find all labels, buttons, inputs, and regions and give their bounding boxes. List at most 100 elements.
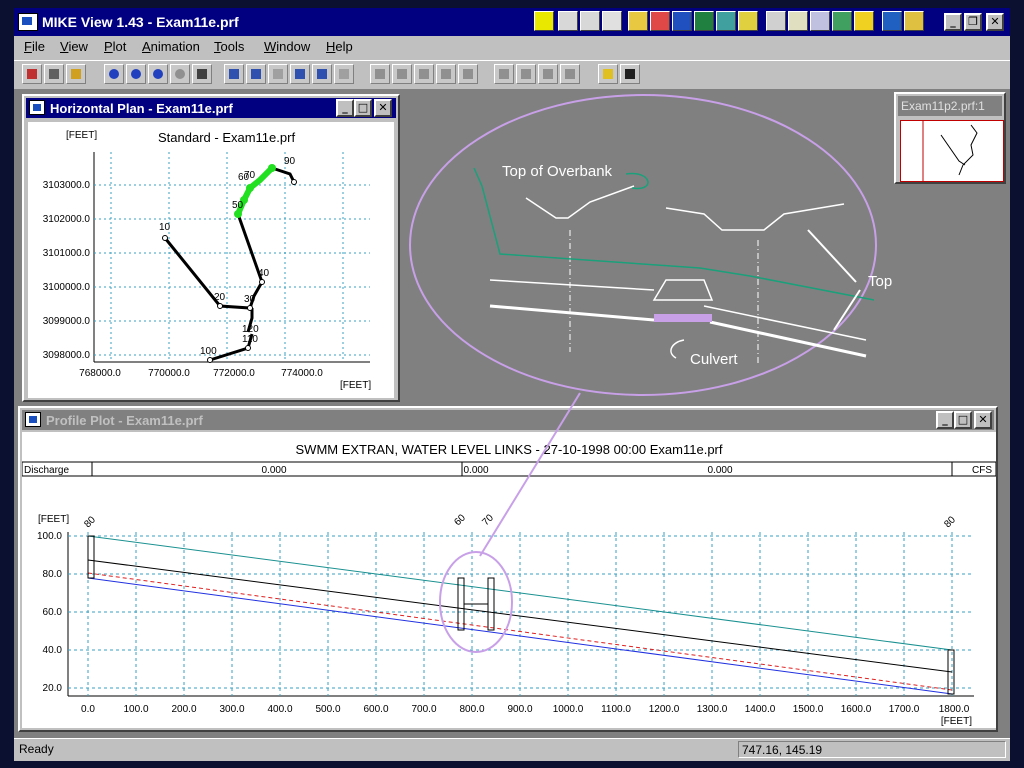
- profile-x-tick: 900.0: [507, 704, 532, 715]
- ground-level-line: [87, 535, 953, 651]
- zoom-in-icon[interactable]: [104, 64, 124, 84]
- profile-x-tick: 500.0: [315, 704, 340, 715]
- calc-icon[interactable]: [716, 11, 736, 31]
- step-back-icon[interactable]: [494, 64, 514, 84]
- profile-x-tick: 1500.0: [793, 704, 824, 715]
- minimize-button[interactable]: _: [944, 13, 962, 31]
- menu-help[interactable]: Help: [326, 39, 353, 54]
- status-coordinates: 747.16, 145.19: [738, 741, 1006, 758]
- mail-icon[interactable]: [580, 11, 600, 31]
- plan-node-label: 70: [244, 170, 256, 181]
- app-title: MIKE View 1.43 - Exam11e.prf: [42, 14, 239, 30]
- plan-y-tick: 3099000.0: [43, 316, 91, 327]
- play-icon[interactable]: [370, 64, 390, 84]
- profile-x-tick: 1200.0: [649, 704, 680, 715]
- overbank-right-shape: [665, 203, 845, 231]
- menu-tools[interactable]: Tools: [214, 39, 244, 54]
- label-top-of-bank: Top of Bank: [868, 273, 894, 290]
- context-help-icon[interactable]: [620, 64, 640, 84]
- horizontal-plan-titlebar[interactable]: Horizontal Plan - Exam11e.prf _ □ ✕: [26, 98, 396, 118]
- spreadsheet-icon[interactable]: [810, 11, 830, 31]
- timeseries-icon[interactable]: [312, 64, 332, 84]
- profile-icon[interactable]: [246, 64, 266, 84]
- folder-icon[interactable]: [628, 11, 648, 31]
- step-forward-icon[interactable]: [516, 64, 536, 84]
- plan-node-label: 40: [258, 268, 270, 279]
- plan-close-button[interactable]: ✕: [374, 99, 392, 117]
- zoom-out-icon[interactable]: [126, 64, 146, 84]
- plan-y-unit: [FEET]: [66, 130, 97, 141]
- plan-nodes: [162, 179, 297, 363]
- profile-x-tick: 200.0: [171, 704, 196, 715]
- menu-view[interactable]: View: [60, 39, 88, 54]
- profile-minimize-button[interactable]: _: [936, 411, 954, 429]
- profile-x-tick: 1000.0: [553, 704, 584, 715]
- horizontal-plan-icon[interactable]: [224, 64, 244, 84]
- explorer-icon[interactable]: [788, 11, 808, 31]
- pan-icon[interactable]: [170, 64, 190, 84]
- statusbar: Ready 747.16, 145.19: [14, 738, 1010, 761]
- plan-plot-area[interactable]: [FEET] Standard - Exam11e.prf [FEET] 310…: [28, 122, 394, 398]
- horizontal-plan-title: Horizontal Plan - Exam11e.prf: [50, 101, 233, 116]
- profile-y-tick: 80.0: [43, 569, 63, 580]
- notes-icon[interactable]: [904, 11, 924, 31]
- pen-icon[interactable]: [650, 11, 670, 31]
- close-button[interactable]: ✕: [986, 13, 1004, 31]
- person-icon[interactable]: [882, 11, 902, 31]
- increase-icon[interactable]: [538, 64, 558, 84]
- key-icon[interactable]: [738, 11, 758, 31]
- properties-icon[interactable]: [192, 64, 212, 84]
- menu-file[interactable]: File: [24, 39, 45, 54]
- profile-node-label: 80: [942, 514, 958, 530]
- plan-maximize-button[interactable]: □: [354, 99, 372, 117]
- menu-animation[interactable]: Animation: [142, 39, 200, 54]
- excel-icon[interactable]: [694, 11, 714, 31]
- table-icon[interactable]: [290, 64, 310, 84]
- profile-y-tick: 40.0: [43, 645, 63, 656]
- profile-titlebar[interactable]: Profile Plot - Exam11e.prf _ □ ✕: [22, 410, 994, 430]
- plan-minimize-button[interactable]: _: [336, 99, 354, 117]
- restore-button[interactable]: ❐: [964, 13, 982, 31]
- profile-grid: [68, 532, 974, 696]
- culvert-highlight-ellipse: [439, 551, 513, 653]
- profile-x-tick: 100.0: [123, 704, 148, 715]
- palette-icon[interactable]: [534, 11, 554, 31]
- profile-plot-area[interactable]: SWMM EXTRAN, WATER LEVEL LINKS - 27-10-1…: [21, 432, 997, 728]
- print-icon[interactable]: [44, 64, 64, 84]
- zoom-window-icon[interactable]: [148, 64, 168, 84]
- bank-arrow-upper: [807, 229, 857, 283]
- profile-node-label: 60: [452, 512, 468, 528]
- tools-icon[interactable]: [602, 11, 622, 31]
- culvert-highlight: [654, 314, 712, 322]
- open-file-icon[interactable]: [22, 64, 42, 84]
- profile-plot-window: Profile Plot - Exam11e.prf _ □ ✕ SWMM EX…: [18, 406, 998, 732]
- preview-icon[interactable]: [558, 11, 578, 31]
- crosssection-icon[interactable]: [268, 64, 288, 84]
- globe-icon[interactable]: [832, 11, 852, 31]
- profile-x-tick: 1800.0: [939, 704, 970, 715]
- stop-icon[interactable]: [392, 64, 412, 84]
- toolbar: [14, 60, 1010, 90]
- overview-window[interactable]: Exam11p2.prf:1: [894, 92, 1006, 184]
- profile-close-button[interactable]: ✕: [974, 411, 992, 429]
- help-icon[interactable]: [598, 64, 618, 84]
- word-icon[interactable]: [672, 11, 692, 31]
- plan-y-tick: 3101000.0: [43, 248, 91, 259]
- profile-x-unit: [FEET]: [941, 716, 972, 727]
- menu-window[interactable]: Window: [264, 39, 310, 54]
- smiley-icon[interactable]: [854, 11, 874, 31]
- export-icon[interactable]: [66, 64, 86, 84]
- overview-map[interactable]: [900, 120, 1004, 182]
- fast-forward-icon[interactable]: [458, 64, 478, 84]
- satellite-icon[interactable]: [766, 11, 786, 31]
- pause-icon[interactable]: [414, 64, 434, 84]
- profile-node-label: 80: [82, 514, 98, 530]
- graph-icon[interactable]: [334, 64, 354, 84]
- profile-x-tick: 1100.0: [601, 704, 631, 715]
- plan-node-label: 50: [232, 200, 244, 211]
- discharge-label: Discharge: [24, 465, 69, 476]
- menu-plot[interactable]: Plot: [104, 39, 126, 54]
- rewind-icon[interactable]: [436, 64, 456, 84]
- decrease-icon[interactable]: [560, 64, 580, 84]
- profile-maximize-button[interactable]: □: [954, 411, 972, 429]
